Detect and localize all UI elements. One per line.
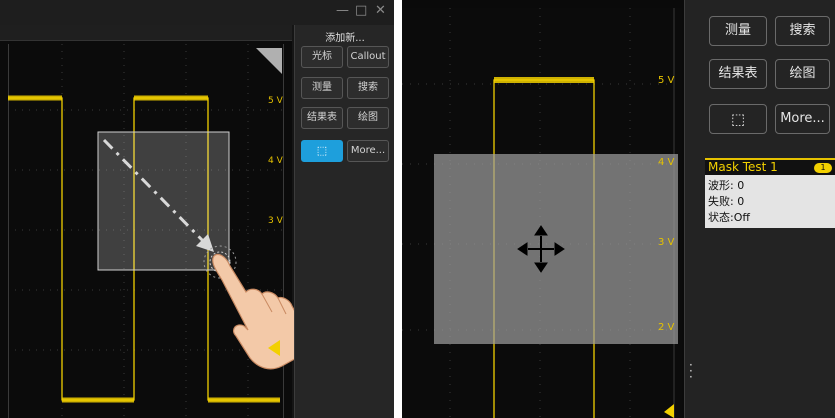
left-screenshot: — □ ✕ 5 V 4 V 3 V 添加新... 光标 Callout 测量 搜… bbox=[0, 0, 394, 418]
voltage-label-4v: 4 V bbox=[268, 156, 283, 166]
plot-button[interactable]: 绘图 bbox=[775, 59, 830, 89]
results-table-button[interactable]: 结果表 bbox=[709, 59, 767, 89]
measure-button[interactable]: 测量 bbox=[709, 16, 767, 46]
add-new-panel: 测量 搜索 结果表 绘图 ⬚ More... Mask Test 1 1 波形:… bbox=[684, 0, 835, 418]
voltage-label-4v: 4 V bbox=[658, 157, 675, 168]
more-button[interactable]: More... bbox=[775, 104, 830, 134]
cursor-button[interactable]: 光标 bbox=[301, 46, 343, 68]
results-table-button[interactable]: 结果表 bbox=[301, 107, 343, 129]
trigger-marker-icon[interactable] bbox=[664, 404, 674, 418]
mask-card-count: 1 bbox=[814, 163, 832, 173]
callout-button[interactable]: Callout bbox=[347, 46, 389, 68]
mask-status: 状态:Off bbox=[708, 211, 750, 224]
voltage-label-3v: 3 V bbox=[658, 237, 675, 248]
add-new-panel: 添加新... 光标 Callout 测量 搜索 结果表 绘图 ⬚ More... bbox=[294, 25, 394, 418]
search-button[interactable]: 搜索 bbox=[347, 77, 389, 99]
mask-select-button[interactable]: ⬚ bbox=[301, 140, 343, 162]
mask-select-icon: ⬚ bbox=[730, 110, 746, 128]
waveform-count: 波形: 0 bbox=[708, 179, 745, 192]
voltage-label-3v: 3 V bbox=[268, 216, 283, 226]
measure-button[interactable]: 测量 bbox=[301, 77, 343, 99]
mask-card-header: Mask Test 1 1 bbox=[705, 158, 835, 175]
search-button[interactable]: 搜索 bbox=[775, 16, 830, 46]
mask-select-icon: ⬚ bbox=[316, 144, 328, 157]
failure-count: 失败: 0 bbox=[708, 195, 745, 208]
voltage-label-5v: 5 V bbox=[268, 96, 283, 106]
zoom-corner-icon[interactable] bbox=[256, 48, 282, 74]
mask-card-title: Mask Test 1 bbox=[708, 160, 778, 174]
more-button[interactable]: More... bbox=[347, 140, 389, 162]
mask-select-button[interactable]: ⬚ bbox=[709, 104, 767, 134]
voltage-label-2v: 2 V bbox=[658, 322, 675, 333]
plot-button[interactable]: 绘图 bbox=[347, 107, 389, 129]
voltage-label-5v: 5 V bbox=[658, 75, 675, 86]
add-new-title: 添加新... bbox=[325, 33, 365, 44]
mask-test-badge[interactable]: Mask Test 1 1 波形: 0 失败: 0 状态:Off bbox=[705, 158, 835, 228]
panel-resize-handle[interactable]: · · · bbox=[689, 359, 693, 383]
right-screenshot: 5 V 4 V 3 V 2 V 测量 搜索 结果表 绘图 ⬚ More... M… bbox=[402, 0, 835, 418]
